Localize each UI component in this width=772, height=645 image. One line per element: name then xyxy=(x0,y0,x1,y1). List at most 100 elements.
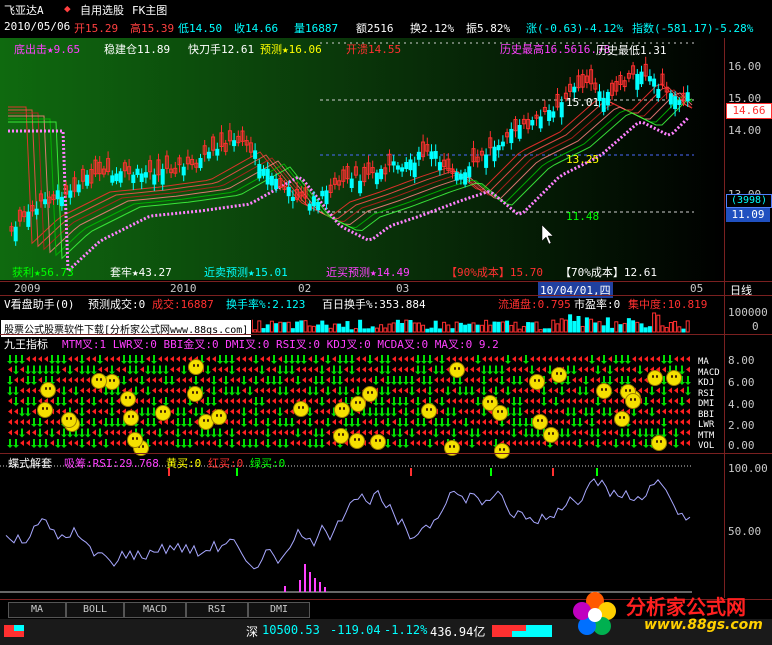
volume-bar xyxy=(463,324,468,333)
smiley-icon xyxy=(614,411,630,427)
ind-resistance: 开溃14.55 xyxy=(346,43,402,56)
candle-body xyxy=(26,211,31,227)
tab-rsi[interactable]: RSI xyxy=(186,602,248,618)
ind-hist-low: 历史最低1.31 xyxy=(596,44,667,57)
volume-bar xyxy=(278,321,283,333)
ind9-row-label: LWR xyxy=(698,420,715,430)
volume-bar xyxy=(353,328,358,333)
volume-bar xyxy=(551,319,556,333)
volume-bar xyxy=(458,322,463,333)
current-price-box: 14.66 xyxy=(726,103,772,119)
ind9-row-label: BBI xyxy=(698,409,715,420)
volume-bar xyxy=(639,323,644,333)
price-chart-panel[interactable]: 底出击★9.65 稳建仓11.89 快刀手12.61 预测★16.06 开溃14… xyxy=(0,38,724,280)
candle-body xyxy=(215,148,220,156)
nine-king-panel[interactable]: 九王指标 MTM叉:1 LWR叉:0 BBI金叉:0 DMI叉:0 RSI叉:0… xyxy=(0,335,724,459)
candle-body xyxy=(316,201,321,211)
tab-macd[interactable]: MACD xyxy=(124,602,186,618)
tab-boll[interactable]: BOLL xyxy=(66,602,124,618)
status-meter-right xyxy=(492,625,552,637)
volume-bar xyxy=(668,321,673,333)
volume-bar xyxy=(538,329,543,333)
candle-body xyxy=(517,125,522,139)
status-index-pct: -1.12% xyxy=(384,623,428,637)
candle-body xyxy=(55,190,60,200)
tab-ma[interactable]: MA xyxy=(8,602,66,618)
volume-bar xyxy=(358,319,363,333)
days-box: (3998) xyxy=(726,194,772,208)
volume-bar xyxy=(618,324,623,333)
smiley-icon xyxy=(61,412,77,428)
level-label-1325: 13.25 xyxy=(566,153,600,166)
axis-tick-1400: 14.00 xyxy=(728,124,762,137)
volume-bar xyxy=(467,323,472,333)
candle-body xyxy=(34,208,39,215)
candle-body xyxy=(198,157,203,169)
smiley-icon xyxy=(333,428,349,444)
candle-body xyxy=(118,171,123,183)
candle-body xyxy=(437,162,442,171)
quote-turnover: 换2.12% xyxy=(410,22,455,35)
tab-custom-select[interactable]: 自用选股 xyxy=(80,2,124,18)
tab-dmi[interactable]: DMI xyxy=(248,602,310,618)
candle-body xyxy=(559,102,564,118)
volume-bar xyxy=(412,322,417,333)
quote-high: 高15.39 xyxy=(130,22,175,35)
smiley-icon xyxy=(596,383,612,399)
vol-hundred-day: 百日换手%:353.884 xyxy=(322,298,426,311)
volume-bar xyxy=(652,312,657,333)
candle-body xyxy=(429,151,434,160)
candle-body xyxy=(605,91,610,106)
ind-near-sell: 近卖预测★15.01 xyxy=(204,266,288,279)
quote-volume: 量16887 xyxy=(294,22,339,35)
time-axis: 2009 2010 02 03 10/04/01,四 05 xyxy=(0,282,724,298)
candle-body xyxy=(530,120,535,126)
osc-tick-100: 100.00 xyxy=(728,462,768,475)
ind-near-buy: 近买预测★14.49 xyxy=(326,266,410,279)
quote-header: 飞亚达A ◆ 自用选股 FK主图 2010/05/06 开15.29 高15.3… xyxy=(0,0,772,38)
candle-body xyxy=(412,162,417,178)
ind-steady-hold: 稳建仓11.89 xyxy=(104,43,171,56)
volume-bar xyxy=(584,317,589,333)
volume-bar xyxy=(673,320,678,333)
volume-bar xyxy=(328,327,333,333)
ind-cost70: 【70%成本】12.61 xyxy=(560,266,657,279)
oscillator-panel[interactable]: 蝶式解套 吸筹:RSI:29.768 黄买:0 红买:0 绿买:0 xyxy=(0,454,724,598)
volume-bar xyxy=(496,321,501,333)
candle-body xyxy=(652,78,657,87)
flower-logo-icon xyxy=(573,592,616,635)
volume-bar xyxy=(345,321,350,333)
volume-bar xyxy=(408,320,413,333)
volume-bar xyxy=(555,323,560,333)
time-label-03: 03 xyxy=(396,282,410,295)
volume-bar xyxy=(374,327,379,333)
volume-bar xyxy=(416,322,421,333)
volume-bar xyxy=(391,322,396,333)
candle-body xyxy=(635,73,640,90)
quote-date: 2010/05/06 xyxy=(4,20,71,33)
volume-panel[interactable]: V看盘助手(0) 预测成交:0 成交:16887 换手率%:2.123 百日换手… xyxy=(0,296,724,338)
candle-body xyxy=(467,166,472,178)
volume-bar xyxy=(429,327,434,333)
level-label-1148: 11.48 xyxy=(566,210,600,223)
candle-body xyxy=(454,172,459,181)
candle-body xyxy=(290,196,295,201)
volume-bar xyxy=(257,320,262,333)
ind-fast-knife: 快刀手12.61 xyxy=(188,43,255,56)
osc-title: 蝶式解套 xyxy=(8,457,52,470)
volume-bar xyxy=(664,326,669,333)
volume-bar xyxy=(660,325,665,333)
candlestick-chart[interactable] xyxy=(0,38,724,280)
volume-bar xyxy=(597,321,602,333)
stock-name[interactable]: 飞亚达A xyxy=(4,2,44,18)
tab-fk-main[interactable]: FK主图 xyxy=(132,2,167,18)
candle-body xyxy=(463,172,468,185)
volume-bar xyxy=(316,324,321,333)
vol-tick-100000: 100000 xyxy=(728,306,768,319)
volume-bar xyxy=(505,320,510,333)
volume-bar xyxy=(500,321,505,333)
candle-body xyxy=(391,161,396,166)
candle-body xyxy=(433,151,438,159)
volume-bar xyxy=(349,329,354,333)
volume-bar xyxy=(261,328,266,333)
